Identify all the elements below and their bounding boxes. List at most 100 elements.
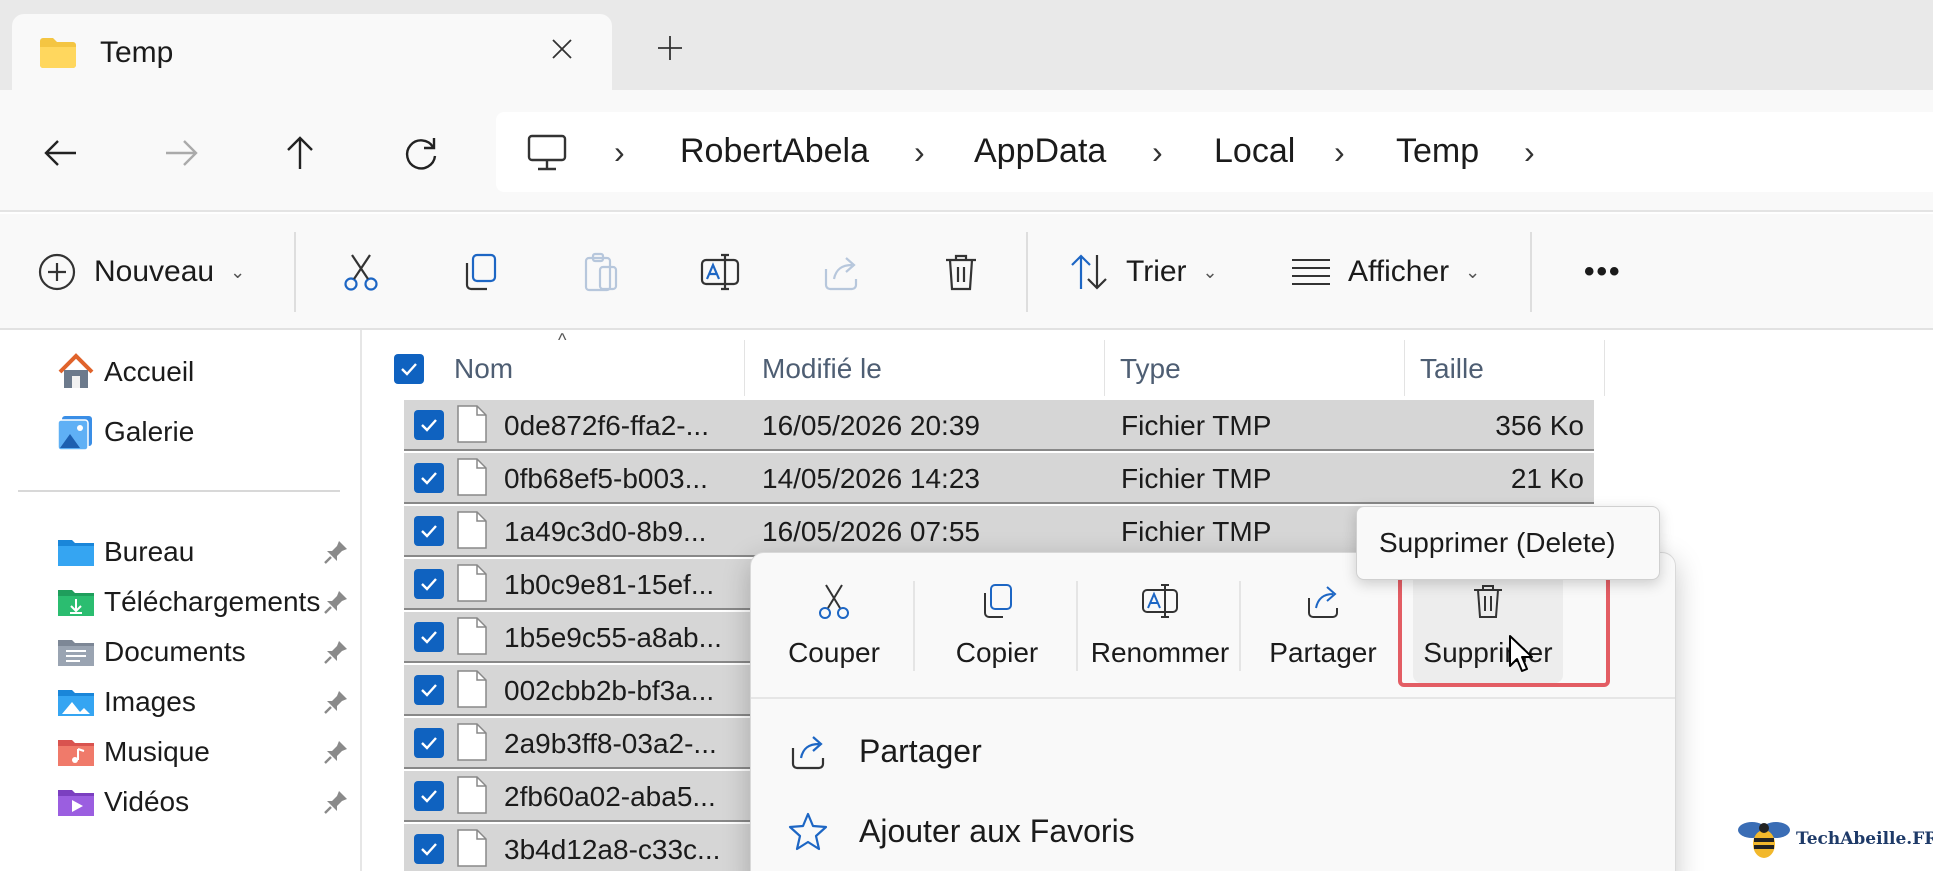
share-button[interactable] — [820, 244, 862, 300]
pin-icon[interactable] — [322, 538, 350, 566]
select-all-checkbox[interactable] — [394, 344, 424, 394]
context-copy-button[interactable]: Copier — [922, 573, 1072, 683]
file-icon — [457, 458, 487, 496]
chevron-right-icon[interactable]: › — [1524, 134, 1535, 171]
pin-icon[interactable] — [322, 788, 350, 816]
breadcrumb-local[interactable]: Local — [1214, 132, 1295, 171]
address-bar[interactable]: › RobertAbela › AppData › Local › Temp › — [496, 112, 1933, 192]
context-menu-item-favorites[interactable]: Ajouter aux Favoris — [787, 801, 1135, 861]
file-name: 1b5e9c55-a8ab... — [504, 622, 722, 653]
breadcrumb-robertabela[interactable]: RobertAbela — [680, 132, 869, 171]
table-row[interactable]: 0fb68ef5-b003... 14/05/2026 14:23 Fichie… — [404, 453, 1594, 504]
sidebar-item-accueil[interactable]: Accueil — [56, 350, 356, 394]
refresh-icon[interactable] — [396, 128, 446, 178]
music-folder-icon — [58, 740, 94, 766]
checkbox-checked[interactable] — [414, 675, 444, 705]
checkbox-checked[interactable] — [414, 463, 444, 493]
context-rename-label: Renommer — [1090, 637, 1230, 668]
file-type: Fichier TMP — [1121, 516, 1272, 547]
view-lines-icon — [1292, 259, 1330, 285]
file-modified: 14/05/2026 14:23 — [762, 463, 980, 494]
column-header-size[interactable]: Taille — [1420, 344, 1484, 394]
sidebar-item-telechargements[interactable]: Téléchargements — [56, 580, 356, 624]
documents-folder-icon — [58, 640, 94, 666]
bee-icon — [1738, 822, 1790, 858]
rename-icon — [1142, 584, 1178, 618]
checkbox-checked[interactable] — [414, 781, 444, 811]
chevron-right-icon[interactable]: › — [1334, 134, 1345, 171]
forward-arrow-icon[interactable] — [156, 128, 206, 178]
file-icon — [457, 511, 487, 549]
new-tab-icon[interactable] — [650, 30, 690, 70]
context-divider — [913, 581, 915, 671]
column-divider[interactable] — [1404, 340, 1405, 396]
view-button[interactable]: Afficher ⌄ — [1290, 244, 1480, 300]
breadcrumb-temp[interactable]: Temp — [1396, 132, 1479, 171]
more-options-button[interactable]: ••• — [1568, 244, 1622, 300]
copy-icon — [984, 584, 1012, 618]
chevron-right-icon[interactable]: › — [614, 134, 625, 171]
checkbox-checked[interactable] — [414, 622, 444, 652]
sidebar-item-videos[interactable]: Vidéos — [56, 780, 356, 824]
breadcrumb-appdata[interactable]: AppData — [974, 132, 1106, 171]
sidebar-item-label: Galerie — [104, 416, 195, 447]
checkbox-checked[interactable] — [414, 410, 444, 440]
column-divider[interactable] — [1104, 340, 1105, 396]
sidebar-item-label: Téléchargements — [104, 586, 321, 617]
sidebar-item-label: Accueil — [104, 356, 195, 387]
chevron-down-icon: ⌄ — [1465, 261, 1481, 282]
tab-close-icon[interactable] — [542, 32, 582, 72]
pin-icon[interactable] — [322, 738, 350, 766]
context-cut-label: Couper — [788, 637, 880, 668]
scissors-icon — [344, 254, 378, 291]
pin-icon[interactable] — [322, 588, 350, 616]
delete-button[interactable] — [940, 244, 982, 300]
sidebar-item-label: Images — [104, 686, 196, 717]
star-icon — [788, 812, 828, 851]
back-arrow-icon[interactable] — [36, 128, 86, 178]
new-button[interactable]: Nouveau ⌄ — [36, 244, 245, 300]
title-bar: Temp — [0, 0, 1933, 90]
file-icon — [457, 723, 487, 761]
chevron-down-icon: ⌄ — [1202, 261, 1218, 282]
sidebar-item-images[interactable]: Images — [56, 680, 356, 724]
file-type: Fichier TMP — [1121, 410, 1272, 441]
context-menu-item-share[interactable]: Partager — [787, 721, 982, 781]
context-divider — [1239, 581, 1241, 671]
tab-temp[interactable]: Temp — [12, 14, 612, 90]
pin-icon[interactable] — [322, 688, 350, 716]
copy-icon — [465, 253, 497, 291]
copy-button[interactable] — [459, 244, 501, 300]
table-row[interactable]: 0de872f6-ffa2-... 16/05/2026 20:39 Fichi… — [404, 400, 1594, 451]
file-icon — [457, 776, 487, 814]
rename-button[interactable] — [699, 244, 741, 300]
cut-button[interactable] — [340, 244, 382, 300]
paste-button[interactable] — [580, 244, 622, 300]
file-name: 0de872f6-ffa2-... — [504, 410, 709, 441]
sidebar-item-bureau[interactable]: Bureau — [56, 530, 356, 574]
sort-button[interactable]: Trier ⌄ — [1068, 244, 1218, 300]
desktop-folder-icon — [58, 540, 94, 566]
context-cut-button[interactable]: Couper — [759, 573, 909, 683]
chevron-right-icon[interactable]: › — [1152, 134, 1163, 171]
pin-icon[interactable] — [322, 638, 350, 666]
context-rename-button[interactable]: Renommer — [1085, 573, 1235, 683]
column-header-modified[interactable]: Modifié le — [762, 344, 882, 394]
file-name: 3b4d12a8-c33c... — [504, 834, 721, 865]
column-header-type[interactable]: Type — [1120, 344, 1181, 394]
column-divider[interactable] — [1604, 340, 1605, 396]
up-arrow-icon[interactable] — [275, 128, 325, 178]
toolbar-divider — [294, 232, 296, 312]
context-share-button[interactable]: Partager — [1248, 573, 1398, 683]
sidebar-item-documents[interactable]: Documents — [56, 630, 356, 674]
checkbox-checked[interactable] — [414, 728, 444, 758]
sidebar-item-galerie[interactable]: Galerie — [56, 410, 356, 454]
column-header-name[interactable]: Nom — [454, 344, 513, 394]
command-bar: Nouveau ⌄ Trier ⌄ Afficher ⌄ ••• — [0, 214, 1933, 330]
column-divider[interactable] — [744, 340, 745, 396]
chevron-right-icon[interactable]: › — [914, 134, 925, 171]
checkbox-checked[interactable] — [414, 834, 444, 864]
sidebar-item-musique[interactable]: Musique — [56, 730, 356, 774]
checkbox-checked[interactable] — [414, 569, 444, 599]
checkbox-checked[interactable] — [414, 516, 444, 546]
